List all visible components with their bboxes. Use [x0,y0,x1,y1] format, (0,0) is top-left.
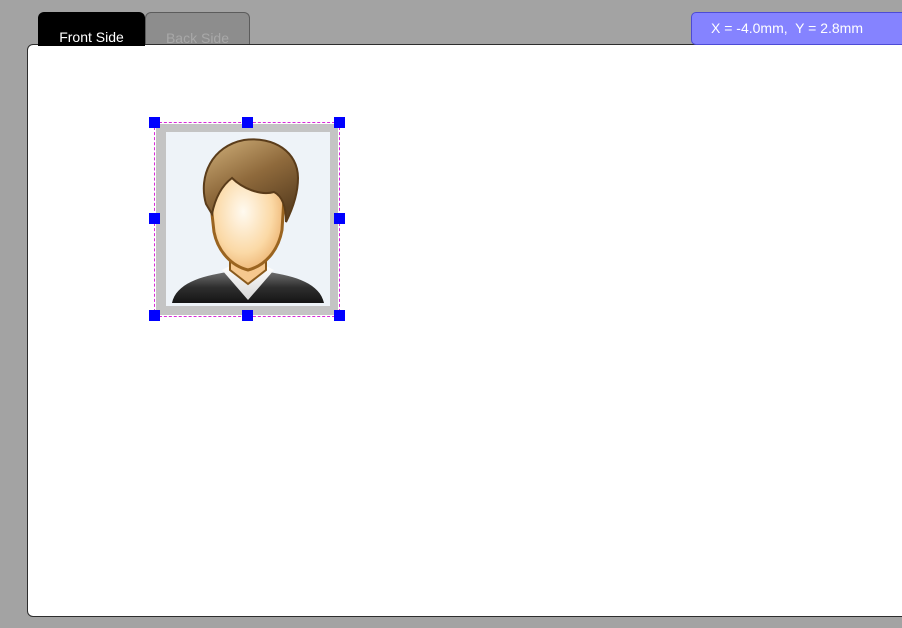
tab-front-side-label: Front Side [59,29,124,45]
photo-placeholder[interactable] [154,122,340,317]
resize-handle-bottom-left[interactable] [149,310,160,321]
resize-handle-top-center[interactable] [242,117,253,128]
card-designer: Front Side Back Side X = -4.0mm, Y = 2.8… [0,0,902,628]
resize-handle-bottom-right[interactable] [334,310,345,321]
resize-handle-bottom-center[interactable] [242,310,253,321]
tab-front-side[interactable]: Front Side [38,12,145,46]
resize-handle-top-right[interactable] [334,117,345,128]
resize-handle-middle-right[interactable] [334,213,345,224]
resize-handle-middle-left[interactable] [149,213,160,224]
cursor-coordinates-badge: X = -4.0mm, Y = 2.8mm [691,12,902,45]
person-avatar-icon [166,132,330,306]
resize-handle-top-left[interactable] [149,117,160,128]
tab-back-side[interactable]: Back Side [145,12,250,46]
